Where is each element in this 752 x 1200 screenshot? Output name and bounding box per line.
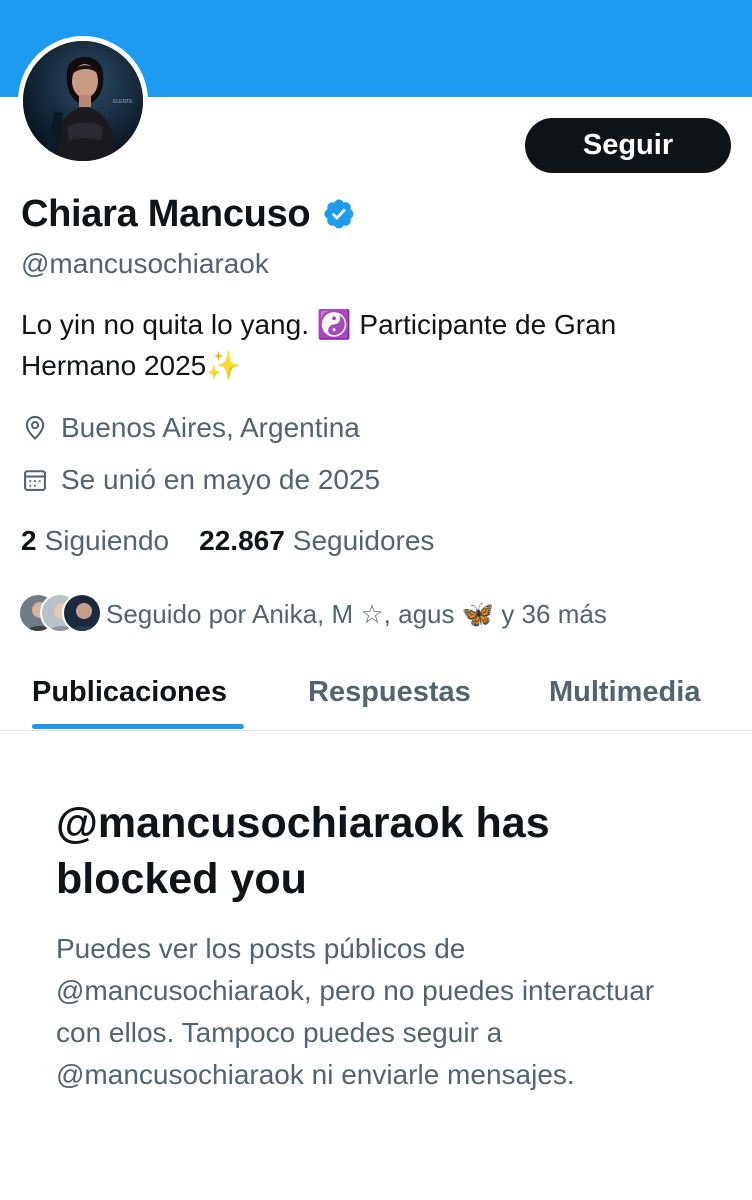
blocked-message: Puedes ver los posts públicos de @mancus…	[56, 933, 655, 1090]
profile-tabs: Publicaciones Respuestas Multimedia	[0, 655, 752, 731]
location-text: Buenos Aires, Argentina	[61, 412, 360, 443]
following-label: Siguiendo	[44, 525, 170, 556]
followed-by-row[interactable]: Seguido por Anika, M ☆, agus 🦋 y 36 más	[18, 592, 607, 636]
map-pin-icon	[21, 414, 49, 442]
avatar[interactable]: ELENTE	[23, 41, 143, 161]
profile-joined-date: Se unió en mayo de 2025	[21, 462, 380, 498]
mutual-avatar	[62, 593, 102, 633]
calendar-icon	[21, 466, 49, 494]
profile-location: Buenos Aires, Argentina	[21, 410, 360, 446]
verified-badge-icon[interactable]	[322, 197, 356, 231]
tab-multimedia[interactable]: Multimedia	[549, 655, 700, 730]
followers-link[interactable]: 22.867 Seguidores	[199, 525, 434, 557]
tab-publicaciones[interactable]: Publicaciones	[32, 655, 227, 730]
bio-line: Lo yin no quita lo yang. ☯️ Participante…	[21, 309, 617, 340]
profile-bio: Lo yin no quita lo yang. ☯️ Participante…	[21, 304, 731, 386]
mutual-avatars	[18, 593, 102, 635]
following-link[interactable]: 2 Siguiendo	[21, 525, 169, 557]
followed-by-text: Seguido por Anika, M ☆, agus 🦋 y 36 más	[106, 598, 607, 629]
blocked-title: @mancusochiaraok has blocked you	[56, 799, 550, 903]
tab-respuestas[interactable]: Respuestas	[308, 655, 471, 730]
profile-page: ELENTE Seguir Chiara Mancuso @mancusochi…	[0, 0, 752, 1200]
bio-line: Hermano 2025✨	[21, 350, 242, 381]
active-tab-indicator	[32, 724, 244, 729]
following-count: 2	[21, 525, 37, 556]
profile-handle: @mancusochiaraok	[21, 248, 269, 279]
follow-button[interactable]: Seguir	[525, 118, 731, 173]
followers-label: Seguidores	[292, 525, 435, 556]
avatar-overlay-text: ELENTE	[113, 99, 133, 105]
name-row: Chiara Mancuso	[21, 190, 356, 238]
followers-count: 22.867	[199, 525, 285, 556]
joined-text: Se unió en mayo de 2025	[61, 464, 381, 495]
display-name: Chiara Mancuso	[21, 192, 311, 235]
avatar-photo: ELENTE	[23, 41, 143, 161]
profile-stats: 2 Siguiendo 22.867 Seguidores	[21, 521, 464, 561]
